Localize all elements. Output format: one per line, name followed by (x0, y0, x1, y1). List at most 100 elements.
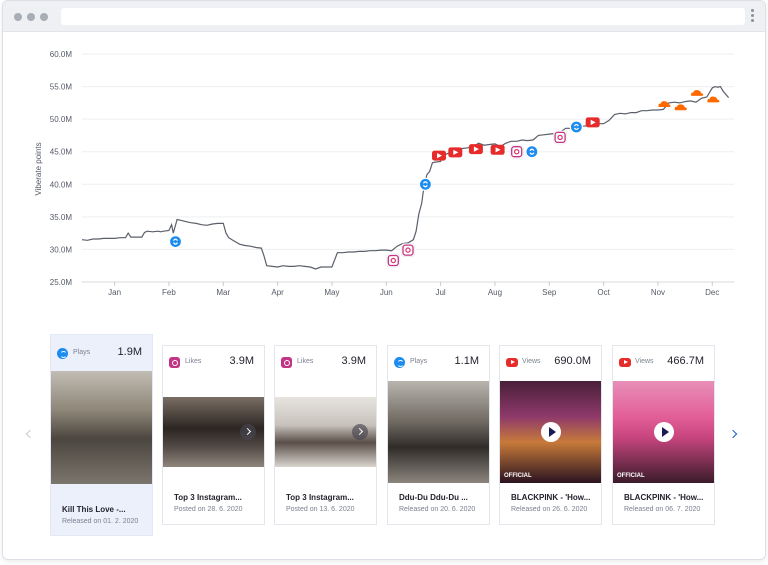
card-metric-label: Views (522, 358, 541, 365)
instagram-marker-icon[interactable] (553, 130, 567, 145)
x-tick-label: May (324, 288, 339, 297)
instagram-icon (169, 357, 180, 368)
x-tick-label: Sep (542, 288, 557, 297)
card-thumbnail[interactable] (163, 397, 264, 467)
youtube-marker-icon[interactable] (490, 144, 505, 155)
x-tick-label: Jun (380, 288, 393, 297)
card-metric-value: 1.9M (117, 346, 142, 358)
window-dot-icon[interactable] (27, 13, 35, 21)
shazam-marker-icon[interactable] (525, 145, 539, 159)
browser-titlebar (3, 1, 765, 32)
carousel-prev-button[interactable] (24, 428, 34, 440)
x-tick-label: Apr (271, 288, 284, 297)
y-tick-label: 30.0M (50, 245, 73, 254)
x-axis-ticks: Jan Feb Mar Apr May Jun Jul Aug Sep Oct Nov Dec (108, 282, 719, 297)
instagram-marker-icon[interactable] (509, 144, 524, 159)
card-title[interactable]: Top 3 Instagram... (174, 493, 260, 502)
play-icon[interactable] (541, 422, 561, 442)
x-tick-label: Nov (651, 288, 665, 297)
card-title[interactable]: BLACKPINK - 'How... (624, 493, 710, 502)
shazam-marker-icon[interactable] (569, 120, 584, 134)
card-header: Views 690.0M (506, 355, 595, 370)
carousel-next-button[interactable] (730, 428, 740, 440)
card-title[interactable]: Ddu-Du Ddu-Du ... (399, 493, 485, 502)
official-badge: OFFICIAL (617, 473, 645, 479)
window-dot-icon[interactable] (40, 13, 48, 21)
release-card[interactable]: Plays 1.1M Ddu-Du Ddu-Du ... Released on 20… (387, 345, 490, 525)
y-tick-label: 60.0M (50, 50, 73, 59)
play-icon[interactable] (654, 422, 674, 442)
soundcloud-marker-icon[interactable] (691, 90, 704, 96)
card-metric-value: 1.1M (454, 355, 479, 367)
card-metric-value: 466.7M (667, 355, 704, 367)
card-metric-label: Plays (73, 349, 91, 356)
x-tick-label: Jul (435, 288, 445, 297)
card-thumbnail[interactable] (388, 381, 489, 483)
next-image-icon[interactable] (240, 424, 256, 440)
card-header: Likes 3.9M (281, 355, 370, 370)
soundcloud-marker-icon[interactable] (658, 101, 671, 107)
y-tick-label: 50.0M (50, 115, 73, 124)
official-badge: OFFICIAL (504, 473, 532, 479)
card-header: Plays 1.1M (394, 355, 483, 370)
x-tick-label: Mar (216, 288, 230, 297)
address-bar[interactable] (61, 8, 745, 25)
x-tick-label: Oct (597, 288, 610, 297)
soundcloud-marker-icon[interactable] (674, 104, 687, 111)
card-thumbnail[interactable] (275, 397, 376, 467)
card-release-date: Released on 26. 6. 2020 (511, 506, 588, 513)
card-metric-label: Likes (185, 358, 202, 365)
shazam-marker-icon[interactable] (168, 235, 183, 249)
youtube-icon (506, 358, 518, 367)
youtube-marker-icon[interactable] (585, 117, 600, 128)
card-metric-value: 3.9M (341, 355, 366, 367)
card-thumbnail[interactable]: OFFICIAL (613, 381, 714, 483)
shazam-marker-icon[interactable] (418, 177, 432, 191)
x-tick-label: Feb (162, 288, 176, 297)
instagram-marker-icon[interactable] (401, 243, 415, 257)
instagram-marker-icon[interactable] (386, 253, 401, 268)
card-thumbnail[interactable]: OFFICIAL (500, 381, 601, 483)
card-metric-label: Views (635, 358, 654, 365)
card-metric-value: 3.9M (229, 355, 254, 367)
card-title[interactable]: Top 3 Instagram... (286, 493, 372, 502)
card-release-date: Posted on 28. 6. 2020 (174, 506, 243, 513)
y-tick-label: 55.0M (50, 83, 73, 92)
x-tick-label: Aug (488, 288, 502, 297)
card-release-date: Posted on 13. 6. 2020 (286, 506, 355, 513)
card-metric-label: Likes (297, 358, 314, 365)
card-release-date: Released on 20. 6. 2020 (399, 506, 476, 513)
release-card[interactable]: Likes 3.9M Top 3 Instagram... Posted on 28.… (162, 345, 265, 525)
card-header: Views 466.7M (619, 355, 708, 370)
y-tick-label: 25.0M (50, 278, 73, 287)
kebab-menu-icon[interactable] (751, 9, 755, 25)
youtube-marker-icon[interactable] (468, 144, 483, 155)
x-tick-label: Dec (705, 288, 719, 297)
release-card[interactable]: Plays 1.9M Kill This Love -... Released on … (50, 334, 153, 536)
event-markers (168, 90, 720, 268)
release-card[interactable]: Views 690.0M OFFICIAL BLACKPINK - 'How... Re… (499, 345, 602, 525)
shazam-icon (394, 357, 405, 368)
youtube-marker-icon[interactable] (432, 150, 446, 161)
youtube-icon (619, 358, 631, 367)
viberate-points-chart: 25.0M 30.0M 35.0M 40.0M 45.0M 50.0M 55.0M 60.0M… (34, 50, 734, 297)
card-metric-label: Plays (410, 358, 428, 365)
card-release-date: Released on 01. 2. 2020 (62, 518, 139, 525)
card-metric-value: 690.0M (554, 355, 591, 367)
y-tick-label: 35.0M (50, 213, 73, 222)
next-image-icon[interactable] (352, 424, 368, 440)
card-title[interactable]: BLACKPINK - 'How... (511, 493, 597, 502)
release-card[interactable]: Likes 3.9M Top 3 Instagram... Posted on 13.… (274, 345, 377, 525)
soundcloud-marker-icon[interactable] (707, 96, 720, 103)
card-thumbnail[interactable] (51, 371, 152, 484)
card-header: Plays 1.9M (57, 346, 146, 361)
y-axis-ticks: 25.0M 30.0M 35.0M 40.0M 45.0M 50.0M 55.0M 60.0M (50, 50, 73, 287)
youtube-marker-icon[interactable] (448, 147, 463, 158)
y-tick-label: 40.0M (50, 180, 73, 189)
window-dot-icon[interactable] (14, 13, 22, 21)
shazam-icon (57, 348, 68, 359)
instagram-icon (281, 357, 292, 368)
y-tick-label: 45.0M (50, 148, 73, 157)
release-card[interactable]: Views 466.7M OFFICIAL BLACKPINK - 'How... Re… (612, 345, 715, 525)
card-title[interactable]: Kill This Love -... (62, 505, 148, 514)
